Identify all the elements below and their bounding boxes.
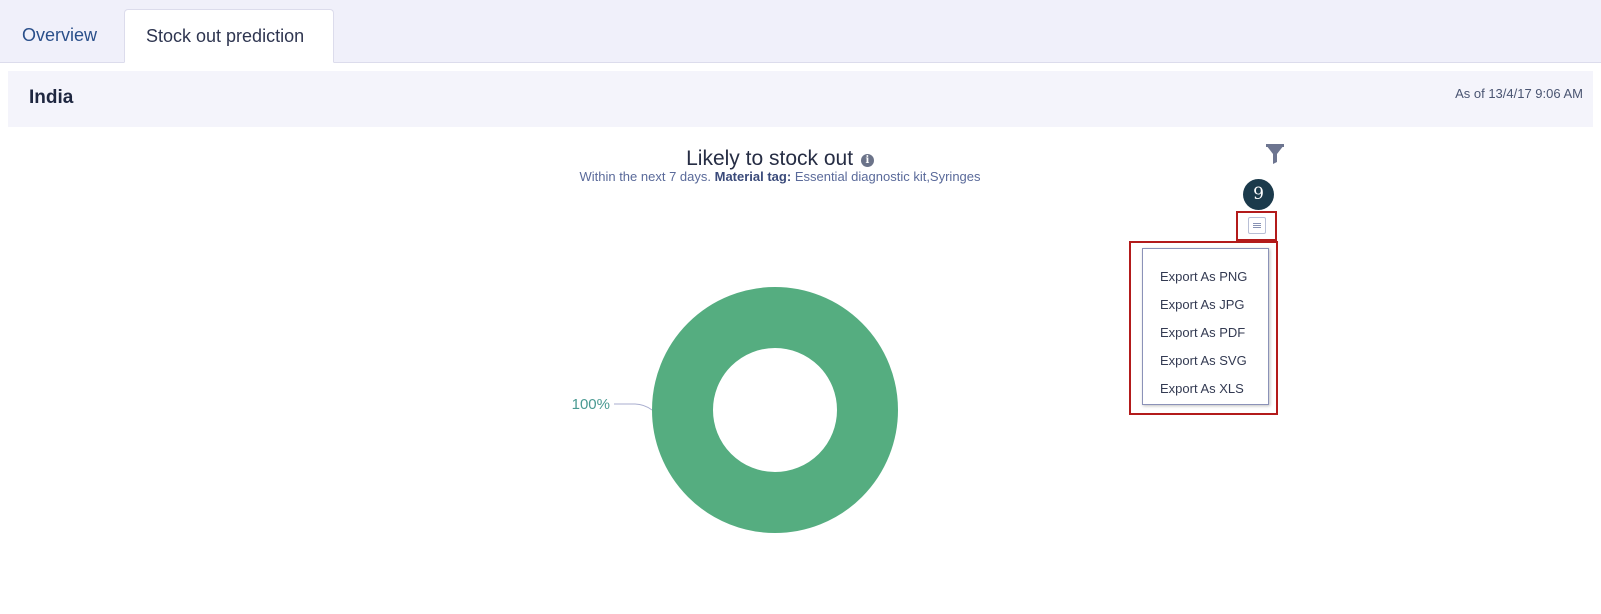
- slice-label-connector: [614, 403, 653, 411]
- info-icon[interactable]: i: [860, 154, 874, 167]
- tab-overview[interactable]: Overview: [2, 9, 117, 63]
- export-xls[interactable]: Export As XLS: [1143, 375, 1268, 403]
- menu-icon[interactable]: [1248, 217, 1266, 234]
- as-of-timestamp: As of 13/4/17 9:06 AM: [1455, 86, 1583, 101]
- export-jpg[interactable]: Export As JPG: [1143, 291, 1268, 319]
- export-menu: Export As PNG Export As JPG Export As PD…: [1142, 248, 1269, 405]
- donut-slices: [652, 287, 898, 533]
- filter-icon[interactable]: [1265, 143, 1285, 170]
- subtitle-tag-value: Essential diagnostic kit,Syringes: [794, 169, 981, 184]
- menu-button-highlight: [1236, 211, 1277, 241]
- donut-slice[interactable]: [652, 287, 898, 533]
- chart-subtitle: Within the next 7 days. Material tag: Es…: [480, 169, 1080, 184]
- content-panel: India As of 13/4/17 9:06 AM Likely to st…: [0, 63, 1601, 614]
- region-header: India As of 13/4/17 9:06 AM: [8, 71, 1593, 127]
- subtitle-tag-label: Material tag:: [714, 169, 792, 184]
- slice-label-100: 100%: [572, 396, 610, 413]
- step-badge: 9: [1243, 179, 1274, 210]
- export-menu-highlight: Export As PNG Export As JPG Export As PD…: [1129, 241, 1278, 415]
- chart-title-text: Likely to stock out: [686, 147, 854, 170]
- tab-stock-out-prediction[interactable]: Stock out prediction: [124, 9, 334, 63]
- tab-bar: Overview Stock out prediction: [0, 0, 1601, 63]
- export-pdf[interactable]: Export As PDF: [1143, 319, 1268, 347]
- subtitle-prefix: Within the next 7 days.: [579, 169, 711, 184]
- chart-title: Likely to stock out i: [560, 147, 1000, 171]
- region-title: India: [29, 87, 74, 108]
- donut-chart: 100%: [572, 287, 898, 533]
- export-png[interactable]: Export As PNG: [1143, 263, 1268, 291]
- export-svg[interactable]: Export As SVG: [1143, 347, 1268, 375]
